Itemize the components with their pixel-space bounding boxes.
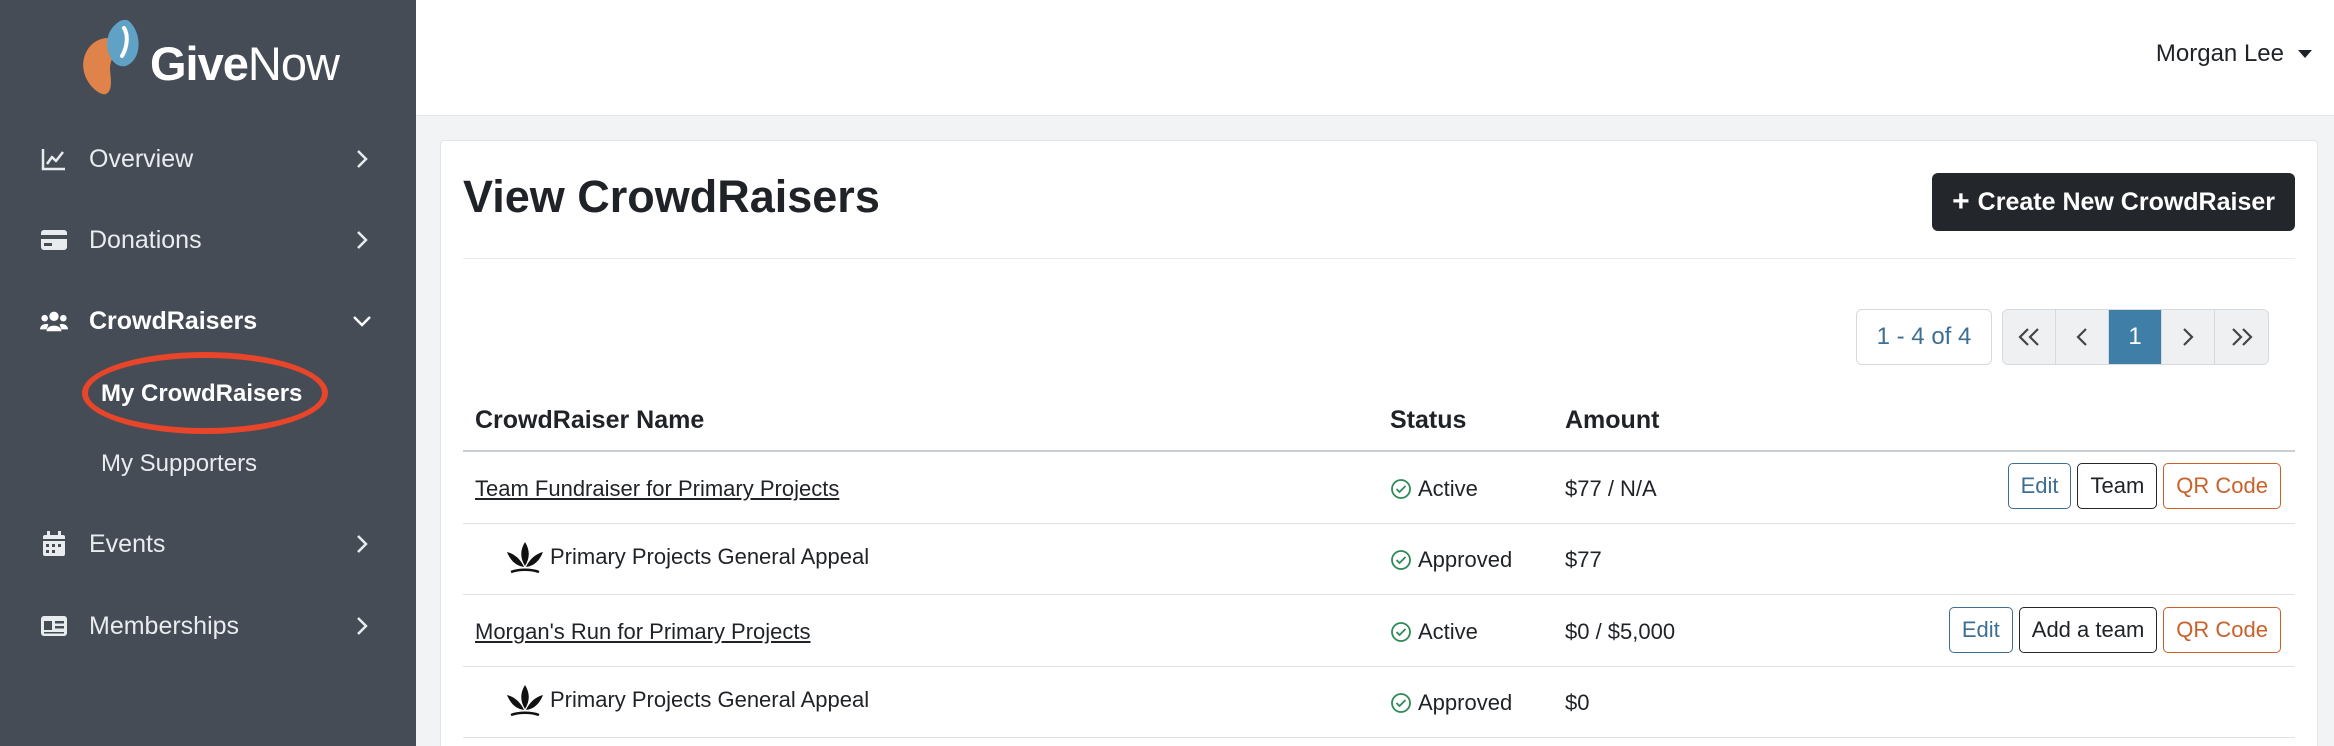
row-actions: Edit Team QR Code (2007, 463, 2281, 509)
plus-icon: + (1952, 185, 1970, 218)
sidebar-item-label: Donations (89, 225, 202, 254)
status-cell: Active (1390, 619, 1478, 645)
page-title: View CrowdRaisers (463, 171, 880, 222)
sidebar-item-crowdraisers[interactable]: CrowdRaisers (0, 290, 416, 352)
chevron-right-icon (352, 534, 372, 554)
chevron-left-icon (2076, 328, 2087, 346)
chevron-right-icon (2183, 328, 2194, 346)
amount-cell: $0 (1565, 690, 1590, 715)
status-cell: Approved (1390, 547, 1512, 573)
status-text: Approved (1418, 690, 1513, 715)
title-divider (463, 258, 2295, 259)
sidebar: GiveNow Overview Donations CrowdRaisers … (0, 0, 416, 746)
row-divider (463, 666, 2295, 667)
brand-name: GiveNow (150, 36, 340, 91)
create-button-label: Create New CrowdRaiser (1977, 187, 2275, 216)
app-root: GiveNow Overview Donations CrowdRaisers … (0, 0, 2334, 746)
check-circle-icon (1391, 479, 1411, 499)
sidebar-item-label: Overview (89, 144, 194, 173)
row-actions: Edit Add a team QR Code (1948, 607, 2281, 653)
sidebar-item-memberships[interactable]: Memberships (0, 595, 416, 657)
status-text: Active (1418, 619, 1478, 644)
page-button-current[interactable]: 1 (2109, 310, 2162, 364)
pagination: 1 (2002, 309, 2269, 365)
sidebar-subitem-my-supporters[interactable]: My Supporters (101, 450, 257, 478)
amount-cell: $77 / N/A (1565, 476, 1657, 501)
users-icon (40, 307, 68, 335)
edit-button[interactable]: Edit (1948, 607, 2013, 653)
check-circle-icon (1391, 622, 1411, 642)
caret-down-icon (2298, 50, 2312, 58)
check-circle-icon (1391, 550, 1411, 570)
table-header-divider (463, 450, 2295, 452)
double-chevron-left-icon (2018, 328, 2039, 346)
id-card-icon (40, 612, 68, 640)
status-text: Active (1418, 476, 1478, 501)
brand-name-bold: Give (150, 37, 249, 90)
create-crowdraiser-button[interactable]: + Create New CrowdRaiser (1932, 173, 2295, 231)
user-menu[interactable]: Morgan Lee (2156, 40, 2312, 68)
chevron-right-icon (352, 616, 372, 636)
row-divider (463, 594, 2295, 595)
chevron-right-icon (352, 149, 372, 169)
crowdraiser-name-link[interactable]: Morgan's Run for Primary Projects (475, 619, 811, 645)
sidebar-item-events[interactable]: Events (0, 513, 416, 575)
sidebar-item-label: Events (89, 529, 166, 558)
brand-name-light: Now (247, 37, 340, 90)
last-page-button[interactable] (2215, 310, 2268, 364)
status-cell: Approved (1390, 690, 1512, 716)
next-page-button[interactable] (2162, 310, 2215, 364)
previous-page-button[interactable] (2056, 310, 2109, 364)
add-team-button[interactable]: Add a team (2018, 607, 2158, 653)
status-text: Approved (1418, 547, 1513, 572)
first-page-button[interactable] (2003, 310, 2056, 364)
double-chevron-right-icon (2231, 328, 2253, 346)
appeal-logo-icon (507, 685, 543, 717)
amount-cell: $77 (1565, 547, 1602, 572)
chevron-down-icon (352, 311, 372, 331)
column-header-name: CrowdRaiser Name (475, 406, 705, 434)
appeal-name: Primary Projects General Appeal (550, 544, 870, 569)
main-card: View CrowdRaisers + Create New CrowdRais… (440, 140, 2318, 746)
column-header-status: Status (1390, 406, 1467, 434)
row-divider (463, 523, 2295, 524)
sidebar-subitem-my-crowdraisers[interactable]: My CrowdRaisers (101, 380, 302, 408)
qr-code-button[interactable]: QR Code (2163, 607, 2281, 653)
givenow-logo[interactable]: GiveNow (80, 18, 340, 98)
crowdraiser-name-link[interactable]: Team Fundraiser for Primary Projects (475, 476, 839, 502)
sidebar-item-overview[interactable]: Overview (0, 128, 416, 190)
appeal-name: Primary Projects General Appeal (550, 687, 870, 712)
chevron-right-icon (352, 230, 372, 250)
appeal-logo-icon (507, 542, 543, 574)
qr-code-button[interactable]: QR Code (2163, 463, 2281, 509)
user-name: Morgan Lee (2155, 40, 2284, 67)
status-cell: Active (1390, 476, 1478, 502)
heart-logo-icon (83, 19, 139, 95)
amount-cell: $0 / $5,000 (1565, 619, 1676, 644)
topbar: Morgan Lee (416, 0, 2334, 116)
edit-button[interactable]: Edit (2007, 463, 2072, 509)
sidebar-item-label: CrowdRaisers (89, 306, 258, 335)
row-divider (463, 737, 2295, 738)
chart-line-icon (40, 145, 68, 173)
column-header-amount: Amount (1565, 406, 1660, 434)
sidebar-item-donations[interactable]: Donations (0, 209, 416, 271)
check-circle-icon (1391, 693, 1411, 713)
credit-card-icon (40, 226, 68, 254)
team-button[interactable]: Team (2077, 463, 2158, 509)
sidebar-item-label: Memberships (89, 611, 240, 640)
pagination-info: 1 - 4 of 4 (1856, 309, 1992, 365)
calendar-icon (40, 530, 68, 558)
